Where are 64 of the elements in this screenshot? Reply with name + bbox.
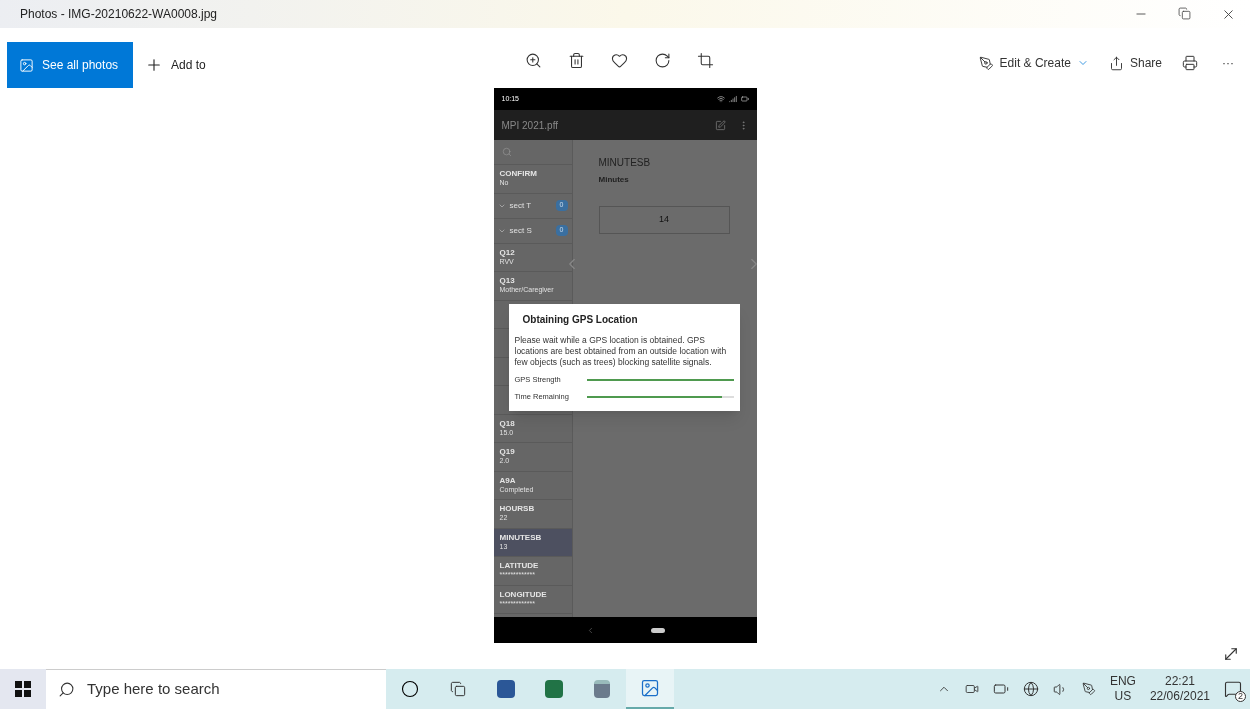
section-name: sect S — [509, 224, 533, 237]
field-name: HOURSB — [499, 504, 536, 515]
app-title: MPI 2021.pff — [501, 118, 560, 133]
notification-icon[interactable] — [1224, 680, 1242, 698]
calculator-icon[interactable] — [594, 680, 610, 698]
task-view-icon[interactable] — [450, 681, 466, 697]
pen-tool-icon — [978, 55, 994, 71]
field-name: Q13 — [499, 276, 516, 287]
search-placeholder: Type here to search — [87, 679, 220, 700]
plus-icon — [145, 56, 163, 74]
notification-count: 2 — [1235, 691, 1246, 702]
language-code: ENG — [1109, 674, 1136, 689]
wifi-icon — [716, 95, 725, 103]
field-name: Q19 — [499, 447, 516, 458]
add-to-button[interactable]: Add to — [133, 42, 218, 88]
section-name: sect T — [509, 199, 533, 212]
expand-icon[interactable] — [1222, 645, 1240, 663]
print-icon[interactable] — [1182, 55, 1198, 71]
battery-icon — [740, 95, 749, 103]
meet-icon[interactable] — [964, 682, 979, 696]
spreadsheet-app-icon[interactable] — [545, 680, 563, 698]
field-name: MINUTESB — [499, 532, 543, 543]
field-name: A9A — [499, 475, 517, 486]
field-name: Q12 — [499, 247, 516, 258]
more-button[interactable]: ··· — [1218, 54, 1238, 72]
dialog-title: Obtaining GPS Location — [521, 313, 639, 327]
question-name: MINUTESB — [598, 156, 652, 170]
edit-create-button[interactable]: Edit & Create — [978, 54, 1089, 72]
field-name: CONFIRM — [499, 169, 538, 180]
answer-field[interactable]: 14 — [598, 206, 730, 234]
network-icon[interactable] — [1022, 681, 1039, 697]
start-button[interactable] — [0, 669, 46, 709]
clock-time: 22:21 — [1164, 674, 1195, 689]
image-icon — [19, 57, 34, 73]
region-code: US — [1114, 689, 1132, 704]
field-name: LATITUDE — [499, 561, 540, 572]
photos-app-icon[interactable] — [640, 678, 660, 698]
delete-icon[interactable] — [568, 52, 585, 69]
see-all-photos-button[interactable]: See all photos — [7, 42, 133, 88]
clock[interactable]: 22:21 22/06/2021 — [1149, 674, 1210, 704]
clock-date: 22/06/2021 — [1149, 689, 1210, 704]
field-name: LONGITUDE — [499, 589, 548, 600]
crop-icon[interactable] — [697, 52, 714, 69]
document-app-icon[interactable] — [497, 680, 515, 698]
home-pill[interactable] — [650, 627, 665, 633]
field-name: Q18 — [499, 418, 516, 429]
heart-icon[interactable] — [611, 52, 628, 69]
share-button[interactable]: Share — [1108, 54, 1162, 72]
pen-icon[interactable] — [1081, 682, 1096, 696]
restore-icon[interactable] — [1178, 6, 1191, 20]
rotate-icon[interactable] — [654, 52, 671, 69]
question-label: Minutes — [598, 174, 630, 186]
edit-icon[interactable] — [714, 119, 726, 131]
signal-icon — [728, 95, 737, 103]
language-indicator[interactable]: ENG US — [1109, 674, 1136, 704]
taskbar-app[interactable] — [626, 669, 674, 709]
taskbar-search-field[interactable]: Type here to search — [46, 669, 386, 709]
window-title: Photos - IMG-20210622-WA0008.jpg — [19, 6, 218, 23]
circle-icon[interactable] — [401, 680, 419, 698]
dialog-message: Please wait while a GPS location is obtained. GPS locations are best obtained from an outside location with few objects (such as trees) blocking satellite signals. — [514, 335, 728, 368]
battery-icon[interactable] — [992, 681, 1009, 697]
zoom-in-icon[interactable] — [525, 52, 542, 69]
share-icon — [1108, 55, 1124, 71]
search-icon — [58, 681, 75, 698]
